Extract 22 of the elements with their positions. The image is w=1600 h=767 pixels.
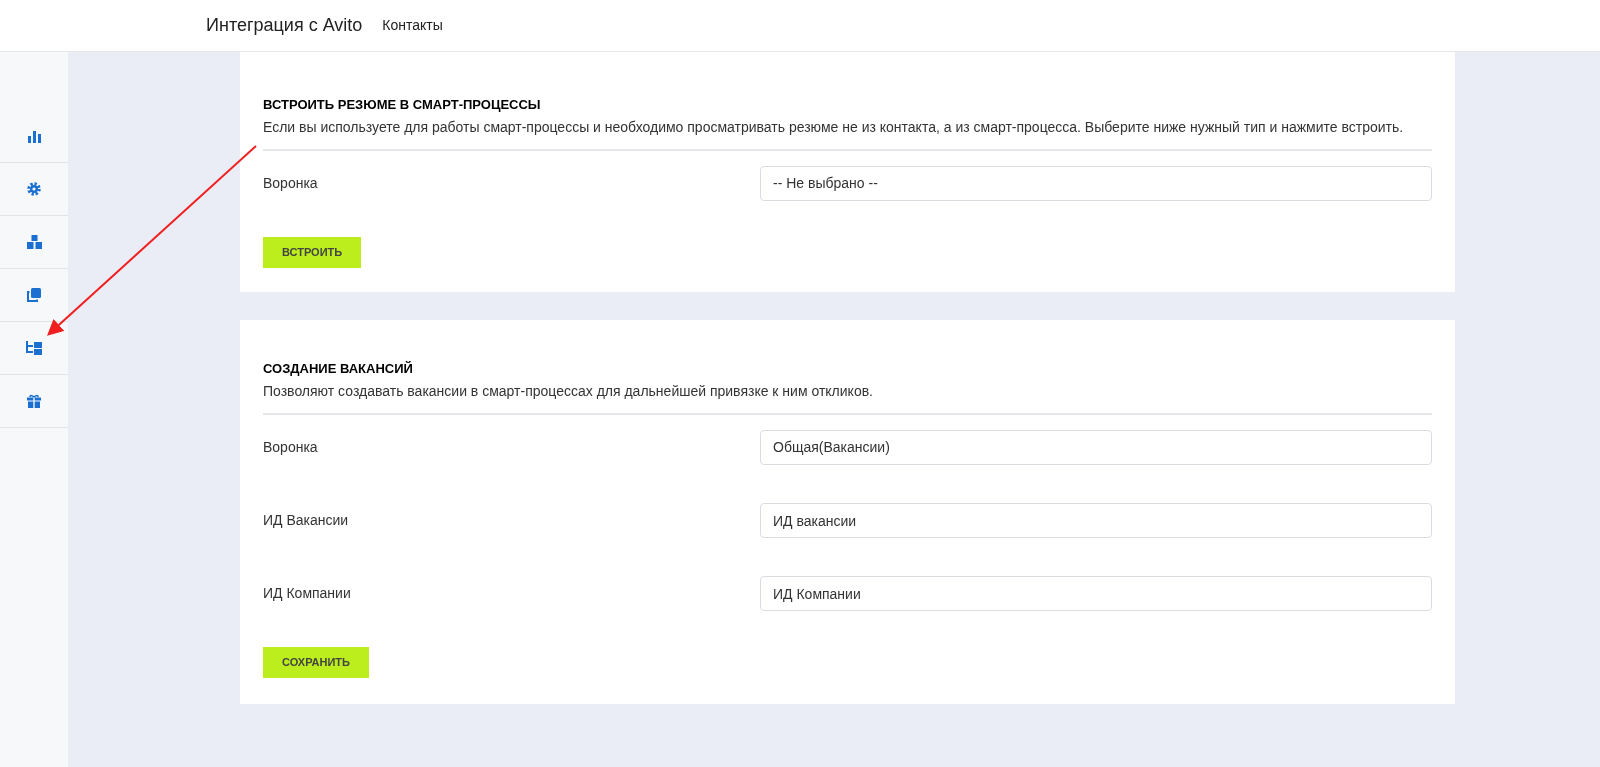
section-title: ВСТРОИТЬ РЕЗЮМЕ В СМАРТ-ПРОЦЕССЫ bbox=[263, 96, 542, 114]
field-label: ИД Компании bbox=[263, 584, 352, 603]
folder-tree-icon[interactable] bbox=[26, 341, 42, 355]
field-label: ИД Вакансии bbox=[263, 511, 350, 530]
section-title: СОЗДАНИЕ ВАКАНСИЙ bbox=[263, 360, 414, 378]
dropdown-field[interactable]: Общая(Вакансии) bbox=[760, 430, 1432, 465]
app-title: Интеграция с Avito bbox=[206, 14, 363, 37]
field-label: Воронка bbox=[263, 438, 319, 457]
input-field[interactable]: ИД Компании bbox=[760, 576, 1432, 611]
bar-chart-icon[interactable] bbox=[27, 129, 41, 143]
boxes-icon[interactable] bbox=[26, 235, 42, 249]
submit-button[interactable]: ВСТРОИТЬ bbox=[263, 237, 362, 268]
copy-icon[interactable] bbox=[27, 288, 41, 302]
field-label: Воронка bbox=[263, 174, 319, 193]
section-description: Позволяют создавать вакансии в смарт-процессах для дальнейшей привязке к ним откликов. bbox=[263, 382, 874, 401]
dropdown-field[interactable]: -- Не выбрано -- bbox=[760, 166, 1432, 201]
settings-icon[interactable] bbox=[27, 182, 41, 196]
section-description: Если вы используете для работы смарт-процессы и необходимо просматривать резюме не из контакта, а из смарт-процесса. Выберите ниже нужный тип и нажмите встроить. bbox=[263, 118, 1405, 137]
submit-button[interactable]: СОХРАНИТЬ bbox=[263, 647, 369, 678]
nav-link[interactable]: Контакты bbox=[382, 15, 443, 36]
input-field[interactable]: ИД вакансии bbox=[760, 503, 1432, 538]
gift-icon[interactable] bbox=[27, 394, 41, 408]
